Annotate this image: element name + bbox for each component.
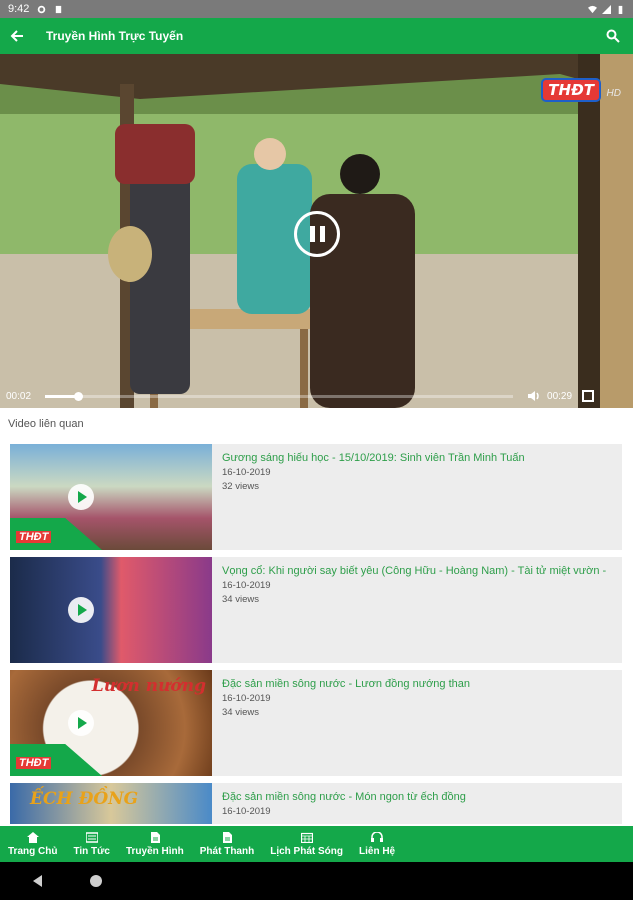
list-item[interactable]: Vọng cổ: Khi người say biết yêu (Công Hữ… [10, 557, 622, 663]
nav-label: Liên Hệ [359, 845, 396, 857]
play-icon[interactable] [68, 484, 94, 510]
search-icon [606, 29, 620, 43]
list-item[interactable]: ẾCH ĐỒNG Đặc sản miền sông nước - Món ng… [10, 783, 622, 824]
pause-button[interactable] [294, 211, 340, 257]
search-button[interactable] [603, 26, 623, 46]
video-date: 16-10-2019 [222, 467, 271, 478]
video-thumbnail[interactable]: THĐT [10, 444, 212, 550]
channel-tag-logo: THĐT [16, 757, 52, 769]
seek-progress [45, 394, 78, 398]
video-views: 34 views [222, 707, 259, 718]
video-thumbnail[interactable]: ẾCH ĐỒNG [10, 783, 212, 824]
play-icon[interactable] [68, 597, 94, 623]
seek-handle[interactable] [73, 391, 83, 401]
bottom-navigation: Trang Chủ Tin Tức Truyền Hình Phát Thanh… [0, 826, 633, 862]
channel-tag-logo: THĐT [16, 531, 52, 543]
video-date: 16-10-2019 [222, 693, 271, 704]
volume-icon[interactable] [527, 389, 541, 403]
list-item[interactable]: Lươn nướng THĐT Đặc sản miền sông nước -… [10, 670, 622, 776]
video-date: 16-10-2019 [222, 806, 271, 817]
related-videos-heading: Video liên quan [8, 418, 84, 430]
duration-time: 00:29 [547, 390, 573, 402]
nav-label: Tin Tức [73, 845, 110, 857]
system-navigation-bar [0, 862, 633, 900]
signal-icon [602, 4, 611, 14]
system-back-icon[interactable] [33, 875, 42, 887]
video-thumbnail[interactable]: Lươn nướng THĐT [10, 670, 212, 776]
nav-item-contact[interactable]: Liên Hệ [351, 826, 403, 862]
page-title: Truyền Hình Trực Tuyến [46, 29, 184, 43]
nav-label: Trang Chủ [8, 845, 58, 857]
video-title[interactable]: Đặc sản miền sông nước - Món ngon từ ếch… [222, 791, 466, 803]
video-views: 32 views [222, 481, 259, 492]
channel-tag: THĐT [10, 744, 102, 776]
status-time: 9:42 [8, 3, 30, 15]
channel-logo: THĐT [543, 80, 599, 100]
video-title[interactable]: Vọng cổ: Khi người say biết yêu (Công Hữ… [222, 565, 606, 577]
thumbnail-caption: ẾCH ĐỒNG [30, 789, 139, 809]
nav-item-news[interactable]: Tin Tức [65, 826, 118, 862]
calendar-icon [300, 832, 313, 843]
nav-item-home[interactable]: Trang Chủ [0, 826, 65, 862]
home-icon [26, 831, 39, 843]
back-arrow-icon[interactable] [10, 29, 24, 43]
tv-file-icon [150, 831, 160, 843]
sd-card-icon [56, 5, 62, 13]
video-views: 34 views [222, 594, 259, 605]
player-controls: 00:02 00:29 [0, 384, 633, 408]
app-bar: Truyền Hình Trực Tuyến [0, 18, 633, 54]
video-date: 16-10-2019 [222, 580, 271, 591]
nav-label: Phát Thanh [199, 845, 255, 857]
elapsed-time: 00:02 [6, 390, 32, 402]
radio-file-icon [222, 831, 232, 843]
seek-bar[interactable] [45, 391, 514, 401]
headset-icon [371, 831, 384, 842]
related-video-list: THĐT Gương sáng hiếu học - 15/10/2019: S… [10, 444, 622, 824]
video-title[interactable]: Gương sáng hiếu học - 15/10/2019: Sinh v… [222, 452, 525, 464]
system-home-icon[interactable] [90, 875, 102, 887]
settings-icon [38, 5, 46, 13]
nav-label: Truyền Hình [125, 845, 184, 857]
wifi-icon [588, 5, 597, 13]
play-icon[interactable] [68, 710, 94, 736]
video-thumbnail[interactable] [10, 557, 212, 663]
list-item[interactable]: THĐT Gương sáng hiếu học - 15/10/2019: S… [10, 444, 622, 550]
nav-item-schedule[interactable]: Lịch Phát Sóng [262, 826, 351, 862]
fullscreen-icon[interactable] [582, 390, 595, 402]
nav-item-radio[interactable]: Phát Thanh [192, 826, 262, 862]
nav-item-tv[interactable]: Truyền Hình [118, 826, 192, 862]
nav-label: Lịch Phát Sóng [270, 845, 343, 857]
status-bar: 9:42 [0, 0, 633, 18]
thumbnail-caption: Lươn nướng [91, 676, 206, 696]
video-title[interactable]: Đặc sản miền sông nước - Lươn đồng nướng… [222, 678, 470, 690]
video-player[interactable]: THĐT HD 00:02 00:29 [0, 54, 633, 408]
pause-icon-bar [309, 226, 315, 242]
battery-icon [618, 5, 623, 14]
pause-icon-bar [319, 226, 325, 242]
hd-badge: HD [606, 88, 621, 99]
news-icon [85, 831, 98, 843]
channel-tag: THĐT [10, 518, 102, 550]
